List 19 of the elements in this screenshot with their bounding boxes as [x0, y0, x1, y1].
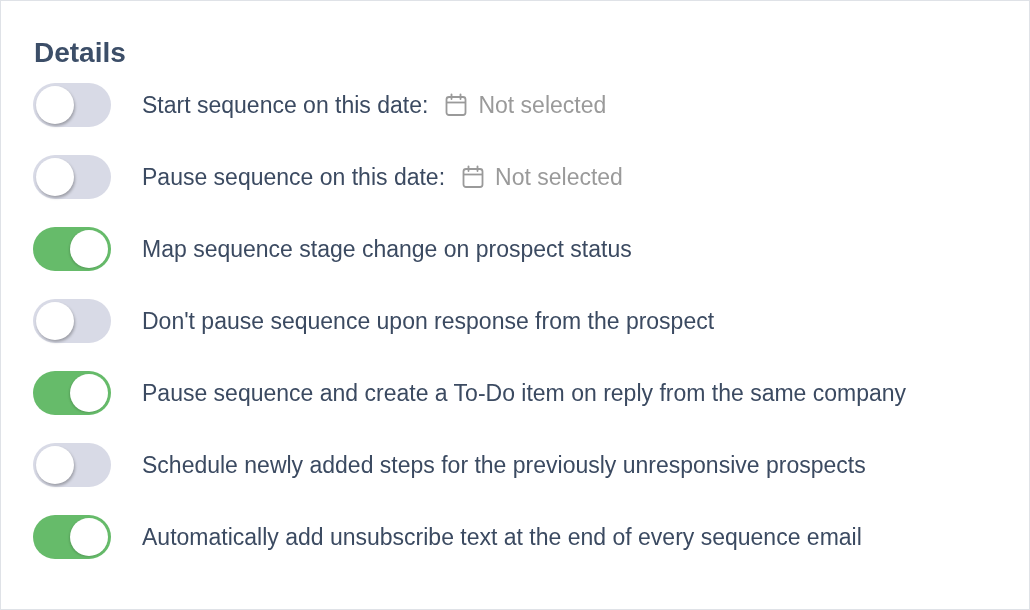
setting-label: Schedule newly added steps for the previously unresponsive prospects [142, 451, 866, 479]
toggle-switch[interactable] [33, 155, 111, 199]
section-title: Details [34, 36, 126, 70]
toggle-switch[interactable] [33, 299, 111, 343]
setting-label: Don't pause sequence upon response from the prospect [142, 307, 715, 335]
date-picker-button[interactable]: Not selected [461, 163, 623, 191]
setting-label: Pause sequence and create a To-Do item on reply from the same company [142, 379, 907, 407]
toggle-switch[interactable] [33, 443, 111, 487]
date-picker-button[interactable]: Not selected [444, 91, 607, 119]
calendar-icon [444, 93, 469, 117]
calendar-icon [461, 165, 486, 189]
toggle-switch[interactable] [33, 83, 111, 127]
setting-label: Automatically add unsubscribe text at the end of every sequence email [142, 523, 862, 551]
setting-label: Pause sequence on this date: [142, 163, 446, 191]
toggle-switch[interactable] [33, 371, 111, 415]
toggle-switch[interactable] [33, 515, 111, 559]
setting-label: Start sequence on this date: [142, 91, 429, 119]
toggle-switch[interactable] [33, 227, 111, 271]
setting-label: Map sequence stage change on prospect status [142, 235, 632, 263]
